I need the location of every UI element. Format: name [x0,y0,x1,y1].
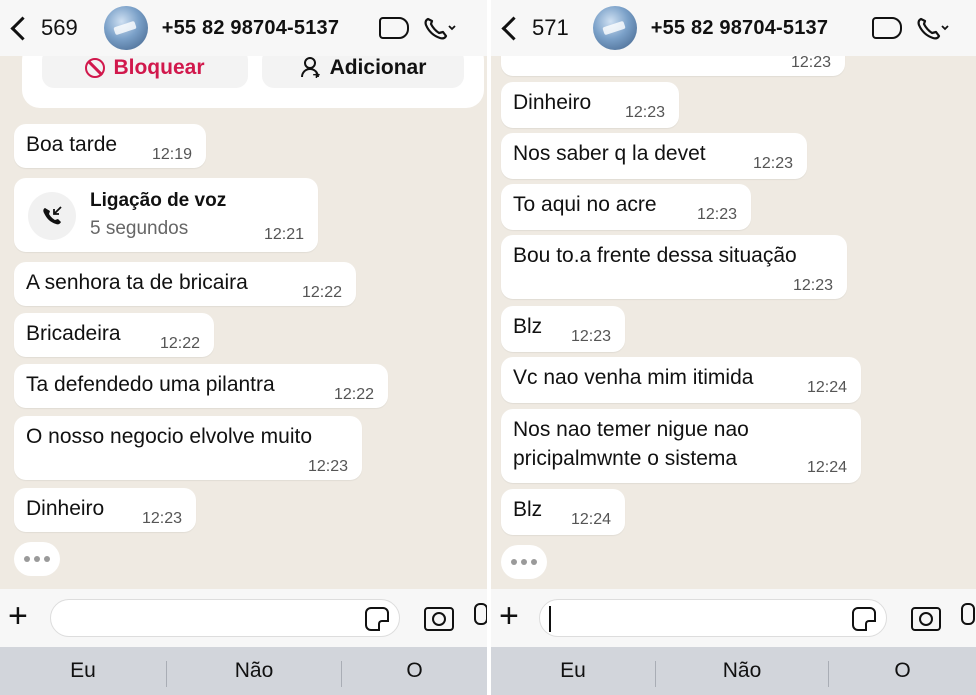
message-time: 12:23 [790,54,831,71]
message-bubble[interactable]: Boa tarde 12:19 [14,124,206,168]
message-text-line-2: pricipalmwnte o sistema [513,447,738,470]
voice-call-icon[interactable] [423,16,457,40]
message-text: Boa tarde [26,133,118,156]
sticker-icon[interactable] [852,607,876,631]
unread-count[interactable]: 569 [41,15,78,41]
message-time: 12:23 [752,155,793,172]
back-icon[interactable] [501,15,526,41]
message-bubble[interactable]: Nos nao temer nigue nao pricipalmwnte o … [501,409,861,483]
avatar[interactable] [103,6,148,50]
message-text: Bricadeira [26,322,121,345]
sticker-icon[interactable] [365,607,389,631]
block-label: Bloquear [113,56,205,79]
message-text: Dinheiro [513,91,592,114]
message-time: 12:22 [301,284,342,301]
message-time: 12:24 [806,459,847,476]
message-input[interactable] [50,599,400,637]
message-bubble[interactable]: A senhora ta de bricaira 12:22 [14,262,356,306]
voice-call-icon[interactable] [916,16,950,40]
message-bubble[interactable]: To aqui no acre 12:23 [501,184,751,230]
message-time: 12:24 [806,379,847,396]
chat-header: 571 +55 82 98704-5137 [491,0,976,56]
chat-header: 569 +55 82 98704-5137 [0,0,487,56]
message-text-line-1: Nos nao temer nigue nao [513,418,749,441]
suggestion-2[interactable]: Não [656,647,828,695]
message-text: Bou to.a frente dessa situação [513,244,797,267]
message-text: Dinheiro [26,497,105,520]
message-time: 12:23 [570,328,611,345]
contact-name[interactable]: +55 82 98704-5137 [162,17,339,40]
message-time: 12:23 [141,510,182,527]
call-title: Ligação de voz [90,190,227,211]
message-bubble[interactable]: Bricadeira 12:22 [14,313,214,357]
message-text: O nosso negocio elvolve muito [26,425,312,448]
message-text: To aqui no acre [513,193,657,216]
unread-count[interactable]: 571 [532,15,569,41]
message-time: 12:23 [624,104,665,121]
message-composer: + [491,589,976,647]
suggestion-2[interactable]: Não [167,647,341,695]
message-text: Blz [513,498,543,521]
message-bubble[interactable]: Ta defendedo uma pilantra 12:22 [14,364,388,408]
message-composer: + [0,589,487,647]
missed-call-icon [28,192,76,240]
message-text: Nos saber q la devet [513,142,706,165]
suggestion-1[interactable]: Eu [491,647,655,695]
keyboard-suggestions: Eu Não O [0,647,487,695]
message-text: A senhora ta de bricaira [26,271,248,294]
message-bubble[interactable]: Blz 12:23 [501,306,625,352]
plus-icon[interactable]: + [8,599,28,633]
message-time: 12:19 [151,146,192,163]
message-bubble[interactable]: Bou to.a frente dessa situação 12:23 [501,235,847,299]
suggestion-1[interactable]: Eu [0,647,166,695]
label-tag-icon[interactable] [872,17,903,39]
label-tag-icon[interactable] [379,17,410,39]
message-bubble[interactable]: Dinheiro 12:23 [501,82,679,128]
typing-indicator [14,542,60,576]
contact-name[interactable]: +55 82 98704-5137 [651,17,828,40]
camera-icon[interactable] [911,607,941,631]
message-bubble[interactable]: Blz 12:24 [501,489,625,535]
suggestion-3[interactable]: O [829,647,976,695]
microphone-icon[interactable] [961,603,975,625]
voice-call-bubble[interactable]: Ligação de voz 5 segundos 12:21 [14,178,318,252]
message-time: 12:23 [792,277,833,294]
message-input[interactable] [539,599,887,637]
person-add-icon: + [300,57,324,82]
avatar[interactable] [592,6,637,50]
message-time: 12:22 [159,335,200,352]
message-bubble[interactable]: Vc nao venha mim itimida 12:24 [501,357,861,403]
plus-icon[interactable]: + [499,599,519,633]
message-bubble[interactable]: Nos saber q la devet 12:23 [501,133,807,179]
suggestion-3[interactable]: O [342,647,487,695]
text-cursor [549,606,551,632]
back-icon[interactable] [10,15,35,41]
message-bubble[interactable]: O nosso negocio elvolve muito 12:23 [14,416,362,480]
message-time: 12:23 [696,206,737,223]
keyboard-suggestions: Eu Não O [491,647,976,695]
chat-panel-right: 12:23 571 +55 82 98704-5137 Dinheiro 12:… [491,0,976,695]
call-duration: 5 segundos [90,218,189,239]
microphone-icon[interactable] [474,603,487,625]
message-time: 12:21 [263,226,304,243]
block-icon [85,58,106,78]
chat-panel-left: Bloquear + Adicionar 569 +55 82 98704-51… [0,0,487,695]
add-contact-label: Adicionar [329,56,427,79]
message-time: 12:24 [570,511,611,528]
message-bubble[interactable]: Dinheiro 12:23 [14,488,196,532]
message-time: 12:23 [307,458,348,475]
camera-icon[interactable] [424,607,454,631]
message-text: Vc nao venha mim itimida [513,366,754,389]
typing-indicator [501,545,547,579]
message-text: Ta defendedo uma pilantra [26,373,275,396]
message-text: Blz [513,315,543,338]
message-time: 12:22 [333,386,374,403]
